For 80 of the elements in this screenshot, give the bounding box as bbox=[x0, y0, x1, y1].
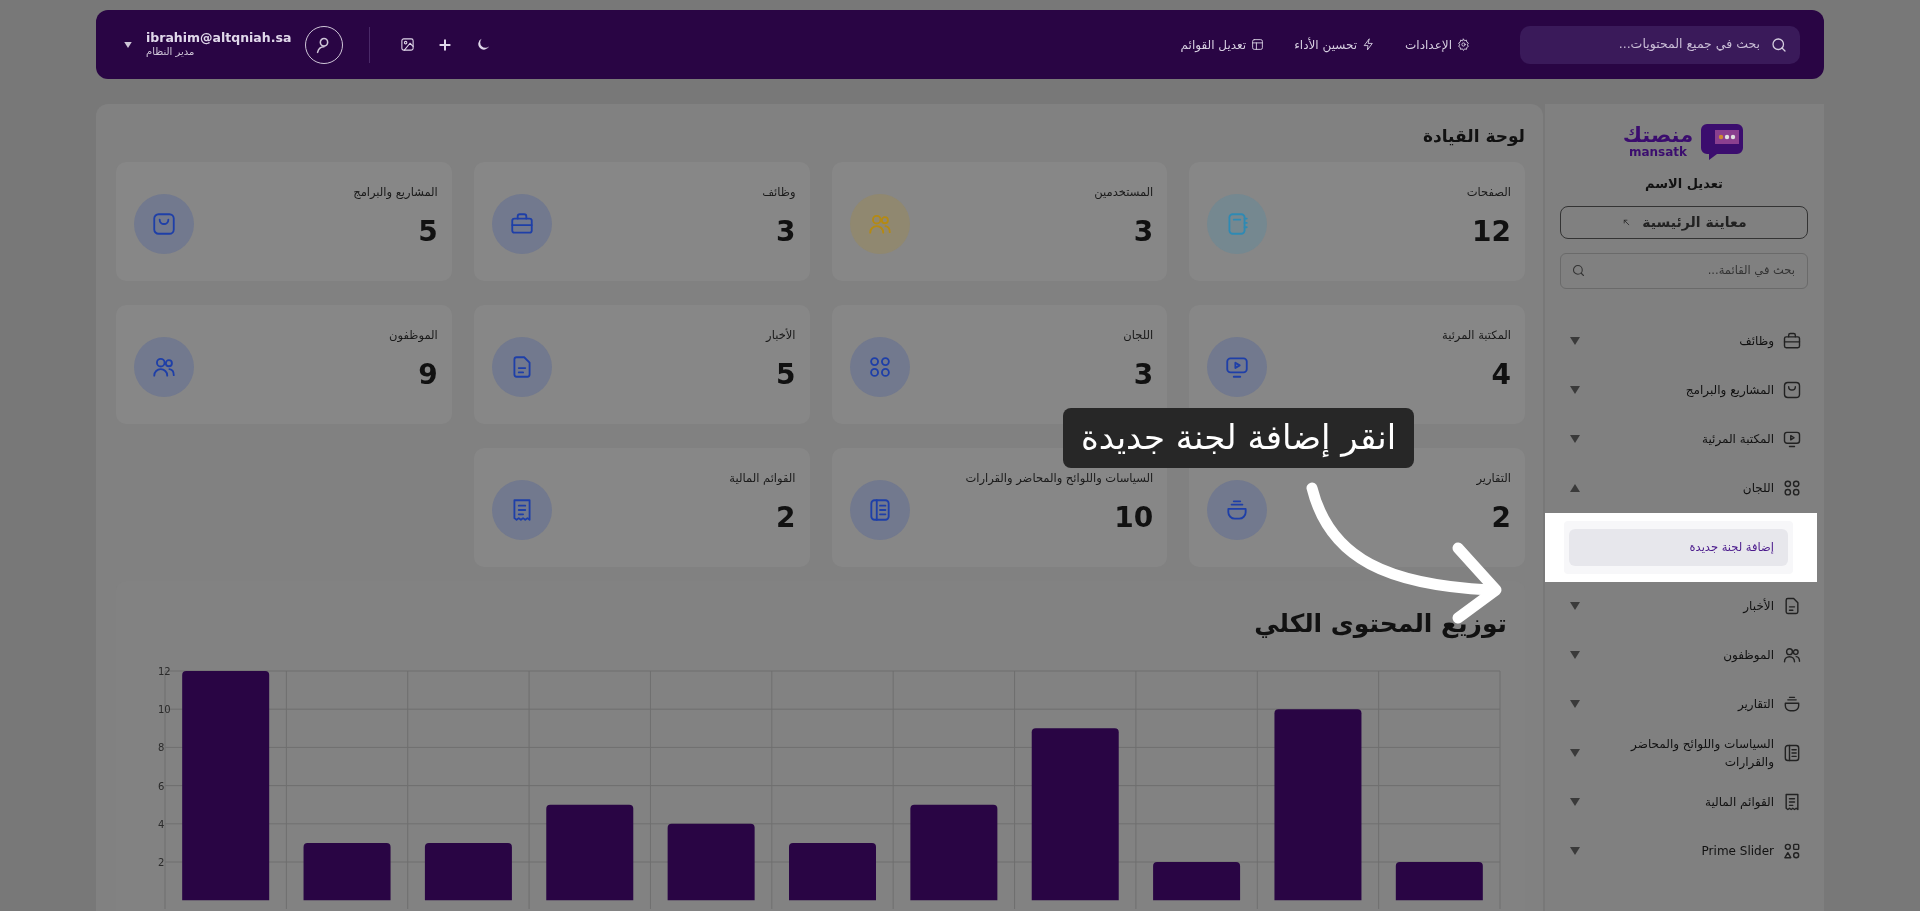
preview-button[interactable]: معاينة الرئيسية bbox=[1560, 205, 1808, 239]
stat-value: 5 bbox=[417, 217, 438, 246]
stat-value: 10 bbox=[1113, 503, 1154, 532]
briefcase-icon bbox=[1782, 331, 1802, 351]
search-icon bbox=[1571, 263, 1586, 278]
stat-label: اللجان bbox=[1123, 327, 1154, 345]
logo-icon bbox=[1699, 122, 1746, 160]
stat-value: 3 bbox=[1132, 217, 1154, 246]
sidebar-item[interactable]: التقارير bbox=[1560, 679, 1808, 729]
user-email: ibrahim@altqniah.sa bbox=[146, 30, 292, 47]
stat-value: 3 bbox=[1132, 360, 1154, 389]
grid-icon bbox=[1782, 478, 1802, 498]
stat-value: 4 bbox=[1490, 360, 1511, 389]
submenu-item[interactable]: إضافة لجنة جديدة bbox=[1569, 528, 1788, 566]
sidebar-item[interactable]: المشاريع والبرامج bbox=[1560, 365, 1808, 415]
caret-icon[interactable] bbox=[124, 41, 132, 48]
caret-icon bbox=[1570, 386, 1580, 394]
stat-value: 5 bbox=[775, 360, 796, 389]
axis-tick-label: 8 bbox=[158, 742, 165, 754]
bag-icon bbox=[1782, 380, 1802, 400]
settings-icon bbox=[1457, 38, 1470, 51]
sidebar-item[interactable]: الأخبار bbox=[1560, 581, 1808, 631]
axis-tick-label: 10 bbox=[158, 704, 171, 716]
site-name: تعديل الاسم bbox=[1644, 175, 1724, 193]
search-icon bbox=[1770, 35, 1788, 54]
image-icon bbox=[400, 37, 416, 52]
bolt-icon bbox=[1362, 38, 1376, 51]
caret-icon bbox=[1570, 798, 1580, 807]
search-box[interactable]: بحث في جميع المحتويات... bbox=[1520, 25, 1800, 64]
sidebar-item[interactable]: وظائف bbox=[1560, 316, 1808, 366]
caret-icon bbox=[1570, 749, 1580, 758]
axis-tick-label: 4 bbox=[158, 819, 165, 831]
caret-icon bbox=[1570, 435, 1580, 443]
caret-icon bbox=[1570, 847, 1580, 856]
page-title: لوحة القيادة bbox=[1421, 126, 1525, 147]
nav-link[interactable]: الإعدادات bbox=[1405, 35, 1470, 54]
menu-search-field[interactable]: بحث في القائمة... bbox=[1592, 260, 1797, 281]
stat-label: المشاريع والبرامج bbox=[353, 184, 438, 202]
stat-label: الأخبار bbox=[766, 327, 796, 345]
sidebar-item[interactable]: Prime Slider bbox=[1560, 826, 1808, 876]
caret-icon bbox=[1570, 700, 1580, 709]
stat-value: 2 bbox=[1490, 503, 1511, 532]
menu-search-box[interactable]: بحث في القائمة... bbox=[1560, 252, 1808, 289]
stat-value: 3 bbox=[775, 217, 796, 246]
caret-icon bbox=[1570, 484, 1580, 492]
stat-value: 12 bbox=[1471, 217, 1511, 246]
chart-title: توزيع المحتوى الكلي bbox=[1253, 608, 1508, 640]
layout-icon bbox=[1251, 38, 1265, 51]
stat-value: 9 bbox=[417, 360, 438, 389]
sidebar-item[interactable]: المكتبة المرئية bbox=[1560, 414, 1808, 464]
stat-label: المكتبة المرئية bbox=[1442, 327, 1511, 345]
caret-icon bbox=[1570, 651, 1580, 660]
sidebar-item[interactable]: القوائم المالية bbox=[1560, 777, 1808, 827]
logo-subtitle: mansatk bbox=[1628, 145, 1688, 158]
stat-label: وظائف bbox=[762, 184, 796, 202]
stat-label: الصفحات bbox=[1466, 184, 1511, 202]
caret-icon bbox=[1570, 337, 1580, 345]
nav-link[interactable]: تعديل القوائم bbox=[1180, 35, 1265, 54]
stat-label: السياسات واللوائح والمحاضر والقرارات bbox=[965, 470, 1154, 488]
stat-label: المستخدمين bbox=[1094, 184, 1154, 202]
receipt-icon bbox=[1782, 792, 1802, 813]
sidebar-item[interactable]: اللجان bbox=[1560, 463, 1808, 513]
search-field[interactable]: بحث في جميع المحتويات... bbox=[1532, 34, 1762, 55]
stat-label: الموظفون bbox=[389, 327, 438, 345]
axis-tick-label: 2 bbox=[158, 857, 165, 869]
user-role: مدير النظام bbox=[146, 46, 195, 59]
stat-label: القوائم المالية bbox=[729, 470, 796, 488]
stat-value: 2 bbox=[775, 503, 796, 532]
nav-link[interactable]: تحسين الأداء bbox=[1294, 35, 1376, 54]
document-icon bbox=[1782, 596, 1802, 617]
tutorial-tooltip: انقر إضافة لجنة جديدة bbox=[1063, 408, 1415, 468]
book-icon bbox=[1782, 743, 1802, 764]
monitor-icon bbox=[1782, 429, 1802, 449]
stat-label: التقارير bbox=[1476, 470, 1511, 488]
logo-text: منصتك bbox=[1622, 124, 1694, 146]
sidebar-item[interactable]: الموظفون bbox=[1560, 630, 1808, 680]
axis-tick-label: 6 bbox=[158, 781, 165, 792]
axis-tick-label: 12 bbox=[158, 666, 171, 678]
sidebar-item[interactable]: السياسات واللوائح والمحاضر والقرارات bbox=[1560, 728, 1808, 778]
caret-icon bbox=[1570, 602, 1580, 611]
